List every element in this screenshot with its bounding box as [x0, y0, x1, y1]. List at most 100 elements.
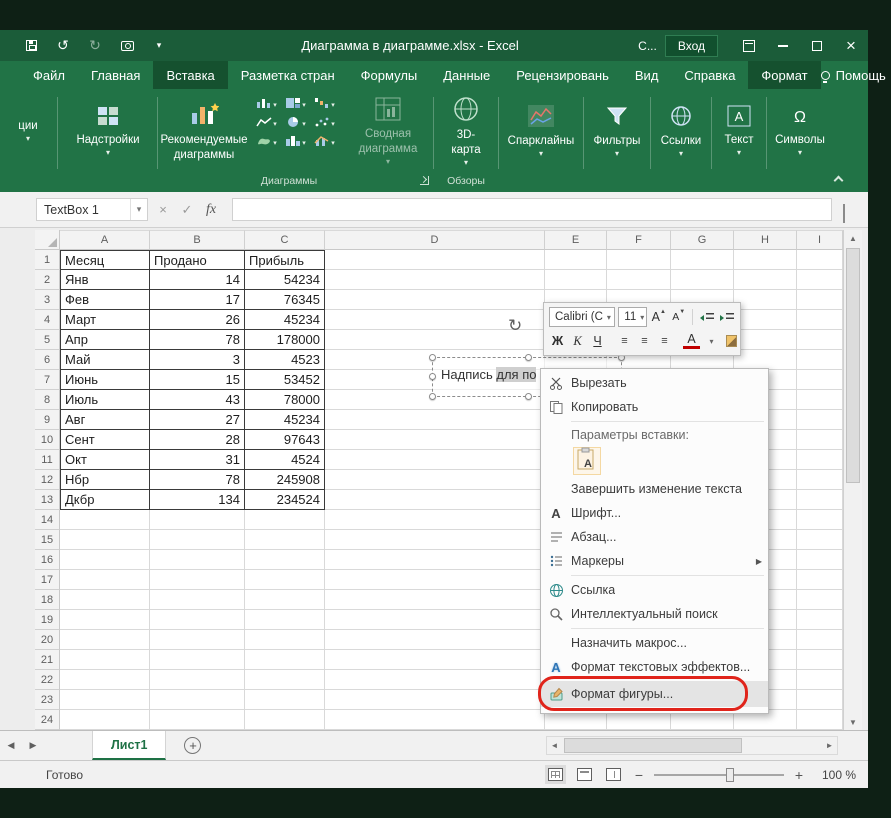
- scroll-left-icon[interactable]: ◄: [547, 741, 562, 750]
- cell-B9[interactable]: 27: [150, 410, 245, 430]
- save-button[interactable]: [22, 37, 40, 55]
- cell-D18[interactable]: [325, 590, 545, 610]
- vertical-scrollbar[interactable]: ▲ ▼: [843, 230, 862, 730]
- close-button[interactable]: ×: [834, 30, 868, 61]
- cancel-button[interactable]: ×: [152, 199, 174, 221]
- qat-customize-button[interactable]: ▾: [150, 37, 168, 55]
- cell-B8[interactable]: 43: [150, 390, 245, 410]
- cell-I15[interactable]: [797, 530, 843, 550]
- cell-D11[interactable]: [325, 450, 545, 470]
- sheet-nav-right-button[interactable]: ▶: [22, 740, 44, 751]
- column-header-E[interactable]: E: [545, 230, 607, 250]
- shrink-font-button[interactable]: А▼: [670, 307, 687, 327]
- cell-C18[interactable]: [245, 590, 325, 610]
- chart-type-waterfall-button[interactable]: ▾: [310, 96, 339, 113]
- ribbon-tab-formulas[interactable]: Формулы: [348, 61, 431, 89]
- cell-A20[interactable]: [60, 630, 150, 650]
- redo-button[interactable]: ↻: [86, 37, 104, 55]
- sign-in-button[interactable]: Вход: [665, 35, 718, 57]
- column-header-F[interactable]: F: [607, 230, 671, 250]
- cell-C13[interactable]: 234524: [245, 490, 325, 510]
- scroll-right-icon[interactable]: ►: [822, 741, 837, 750]
- chart-type-histogram-button[interactable]: ▾: [281, 134, 310, 151]
- column-header-C[interactable]: C: [245, 230, 325, 250]
- cell-A18[interactable]: [60, 590, 150, 610]
- map-3d-button[interactable]: 3D- карта ▾: [436, 91, 496, 171]
- cell-C19[interactable]: [245, 610, 325, 630]
- cell-I14[interactable]: [797, 510, 843, 530]
- row-header-16[interactable]: 16: [35, 550, 60, 570]
- account-button[interactable]: С...: [630, 39, 665, 53]
- menu-item-font[interactable]: АШрифт...: [541, 501, 768, 525]
- cell-H3[interactable]: [734, 290, 797, 310]
- cell-D14[interactable]: [325, 510, 545, 530]
- cell-D2[interactable]: [325, 270, 545, 290]
- cell-I13[interactable]: [797, 490, 843, 510]
- column-header-G[interactable]: G: [671, 230, 734, 250]
- menu-item-cut[interactable]: Вырезать: [541, 371, 768, 395]
- cell-I9[interactable]: [797, 410, 843, 430]
- cell-I2[interactable]: [797, 270, 843, 290]
- grow-font-button[interactable]: А▲: [650, 307, 667, 327]
- menu-item-copy[interactable]: Копировать: [541, 395, 768, 419]
- ribbon-tab-file[interactable]: Файл: [20, 61, 78, 89]
- rotate-handle[interactable]: ↻: [508, 316, 522, 336]
- paste-option-keep-text-button[interactable]: А: [573, 447, 601, 475]
- cell-I18[interactable]: [797, 590, 843, 610]
- help-button[interactable]: Помощь: [836, 68, 886, 83]
- ribbon-tab-data[interactable]: Данные: [430, 61, 503, 89]
- cell-D1[interactable]: [325, 250, 545, 270]
- cell-D22[interactable]: [325, 670, 545, 690]
- column-header-A[interactable]: A: [60, 230, 150, 250]
- chart-type-column-button[interactable]: ▾: [252, 96, 281, 113]
- chart-type-map-button[interactable]: ▾: [252, 134, 281, 151]
- cell-D17[interactable]: [325, 570, 545, 590]
- cell-H5[interactable]: [734, 330, 797, 350]
- cell-D21[interactable]: [325, 650, 545, 670]
- menu-item-smart-lookup[interactable]: Интеллектуальный поиск: [541, 602, 768, 626]
- cell-F1[interactable]: [607, 250, 671, 270]
- cell-C22[interactable]: [245, 670, 325, 690]
- row-header-24[interactable]: 24: [35, 710, 60, 730]
- cell-D10[interactable]: [325, 430, 545, 450]
- sheet-tab-list1[interactable]: Лист1: [92, 731, 166, 760]
- cell-C21[interactable]: [245, 650, 325, 670]
- cell-B14[interactable]: [150, 510, 245, 530]
- row-header-4[interactable]: 4: [35, 310, 60, 330]
- row-header-18[interactable]: 18: [35, 590, 60, 610]
- row-header-9[interactable]: 9: [35, 410, 60, 430]
- cell-C2[interactable]: 54234: [245, 270, 325, 290]
- cell-A13[interactable]: Дкбр: [60, 490, 150, 510]
- cell-I5[interactable]: [797, 330, 843, 350]
- cell-A10[interactable]: Сент: [60, 430, 150, 450]
- scroll-up-icon[interactable]: ▲: [844, 230, 862, 246]
- scroll-thumb[interactable]: [846, 248, 860, 483]
- selection-handle[interactable]: [429, 354, 436, 361]
- column-header-I[interactable]: I: [797, 230, 843, 250]
- cell-C20[interactable]: [245, 630, 325, 650]
- cell-B17[interactable]: [150, 570, 245, 590]
- row-header-1[interactable]: 1: [35, 250, 60, 270]
- cell-A21[interactable]: [60, 650, 150, 670]
- row-header-10[interactable]: 10: [35, 430, 60, 450]
- font-size-select[interactable]: 11▾: [618, 307, 647, 327]
- format-painter-button[interactable]: [723, 331, 740, 351]
- cell-I4[interactable]: [797, 310, 843, 330]
- menu-item-format-text-effects[interactable]: АФормат текстовых эффектов...: [541, 655, 768, 679]
- ribbon-tab-insert[interactable]: Вставка: [153, 61, 227, 89]
- column-header-H[interactable]: H: [734, 230, 797, 250]
- ribbon-tab-review[interactable]: Рецензировань: [503, 61, 622, 89]
- links-button[interactable]: Ссылки ▾: [653, 91, 709, 171]
- ribbon-collapse-button[interactable]: [830, 172, 846, 184]
- cell-A22[interactable]: [60, 670, 150, 690]
- cell-B18[interactable]: [150, 590, 245, 610]
- formula-bar-expand-button[interactable]: [843, 204, 845, 222]
- cell-A17[interactable]: [60, 570, 150, 590]
- cell-A11[interactable]: Окт: [60, 450, 150, 470]
- cell-I8[interactable]: [797, 390, 843, 410]
- cell-C10[interactable]: 97643: [245, 430, 325, 450]
- pivot-chart-button[interactable]: Сводная диаграмма ▾: [346, 91, 430, 171]
- selection-handle[interactable]: [429, 373, 436, 380]
- cell-B10[interactable]: 28: [150, 430, 245, 450]
- cell-C14[interactable]: [245, 510, 325, 530]
